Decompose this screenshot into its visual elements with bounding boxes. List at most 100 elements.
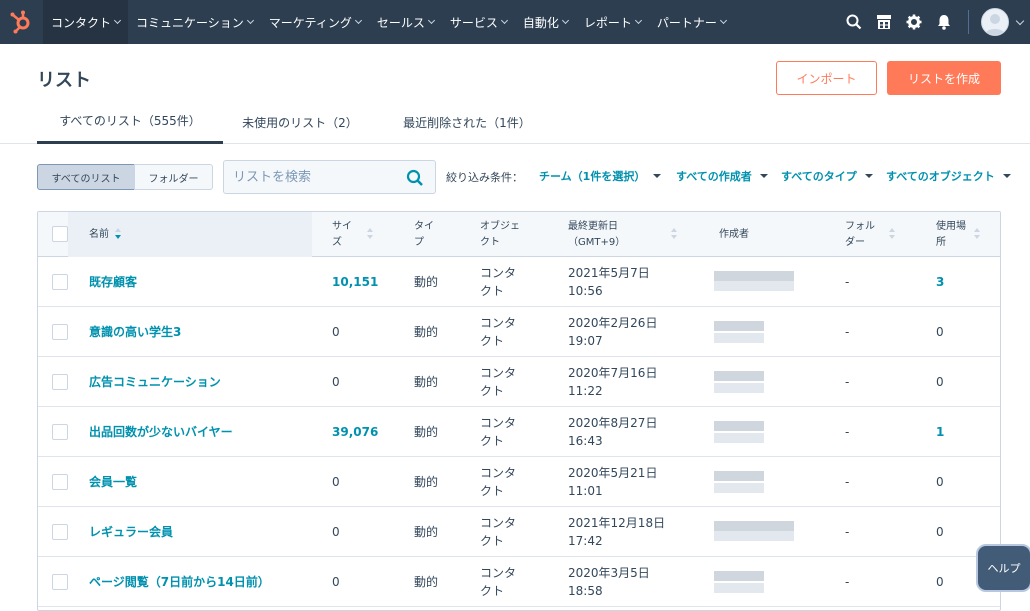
top-navigation-bar: コンタクト コミュニケーション マーケティング セールス サービス 自動化 レポート パートナ… [0, 0, 1030, 44]
column-header-folder[interactable]: フォル ダー [845, 212, 875, 257]
tab-all-lists[interactable]: すべてのリスト（555件） [37, 100, 223, 144]
redacted-block [714, 371, 764, 381]
nav-item-3[interactable]: セールス [369, 0, 442, 44]
create-list-button[interactable]: リストを作成 [887, 61, 1001, 95]
sort-desc-icon[interactable] [115, 227, 123, 242]
list-folder: - [845, 375, 850, 389]
nav-item-2[interactable]: マーケティング [261, 0, 369, 44]
row-checkbox[interactable] [52, 424, 68, 440]
type-filter-dropdown[interactable]: すべてのタイプ [781, 168, 873, 184]
column-type-label-1: タイ [414, 220, 434, 232]
list-updated-time: 11:01 [568, 484, 603, 498]
list-type: 動的 [414, 425, 439, 439]
search-icon[interactable] [406, 169, 424, 187]
user-avatar[interactable] [981, 8, 1009, 36]
search-input[interactable] [233, 167, 403, 187]
marketplace-icon[interactable] [872, 10, 896, 34]
column-header-type[interactable]: タイプ [414, 212, 434, 257]
tab-unused-lists[interactable]: 未使用のリスト（2） [226, 100, 374, 144]
creator-filter-dropdown[interactable]: すべての作成者 [676, 168, 768, 184]
nav-item-5[interactable]: 自動化 [515, 0, 576, 44]
list-usage-count[interactable]: 3 [936, 257, 944, 307]
row-checkbox[interactable] [52, 574, 68, 590]
creator-redacted [714, 321, 804, 345]
list-object-line-1: コンタ [480, 316, 517, 330]
hubspot-logo-icon[interactable] [8, 9, 34, 35]
list-name-link[interactable]: 出品回数が少ないバイヤー [89, 407, 233, 457]
row-checkbox[interactable] [52, 274, 68, 290]
column-header-object[interactable]: オブジェ クト [480, 212, 520, 257]
nav-item-label: コンタクト [51, 15, 112, 30]
list-name-link[interactable]: 既存顧客 [89, 257, 137, 307]
nav-item-1[interactable]: コミュニケーション [128, 0, 261, 44]
type-filter-label: すべてのタイプ [781, 170, 857, 183]
redacted-block [714, 583, 764, 593]
sort-icon[interactable] [671, 228, 679, 242]
table-row[interactable]: ページ閲覧（7日前から14日前） 0 動的 コンタ クト 2020年3月5日 18:58 - 0 [38, 557, 1000, 607]
sort-icon[interactable] [974, 228, 982, 242]
list-updated-time: 16:43 [568, 434, 603, 448]
list-usage-count[interactable]: 1 [936, 407, 944, 457]
table-row[interactable]: 会員一覧 0 動的 コンタ クト 2020年5月21日 11:01 - 0 [38, 457, 1000, 507]
redacted-block [714, 571, 764, 581]
nav-item-4[interactable]: サービス [442, 0, 515, 44]
search-icon[interactable] [842, 10, 866, 34]
list-type: 動的 [414, 575, 439, 589]
sort-icon[interactable] [889, 228, 897, 242]
import-button[interactable]: インポート [776, 61, 877, 95]
chevron-down-icon [354, 16, 362, 25]
sort-icon[interactable] [367, 228, 375, 242]
nav-item-6[interactable]: レポート [576, 0, 649, 44]
nav-item-7[interactable]: パートナー [649, 0, 734, 44]
account-menu-chevron-icon[interactable] [1015, 16, 1025, 25]
list-object-line-2: クト [480, 584, 505, 598]
table-row[interactable]: 広告コミュニケーション 0 動的 コンタ クト 2020年7月16日 11:22 - 0 [38, 357, 1000, 407]
list-name-link[interactable]: 広告コミュニケーション [89, 357, 221, 407]
list-updated-date: 2020年7月16日 [568, 366, 658, 380]
object-filter-label: すべてのオブジェクト [886, 170, 995, 183]
list-type: 動的 [414, 375, 439, 389]
table-row[interactable]: 出品回数が少ないバイヤー 39,076 動的 コンタ クト 2020年8月27日 16:43… [38, 407, 1000, 457]
select-all-checkbox[interactable] [52, 226, 68, 242]
list-size[interactable]: 39,076 [332, 407, 378, 457]
column-header-creator[interactable]: 作成者 [719, 212, 749, 257]
help-button[interactable]: ヘルプ [976, 544, 1030, 592]
row-checkbox[interactable] [52, 474, 68, 490]
row-checkbox[interactable] [52, 524, 68, 540]
column-header-size[interactable]: サイズ [332, 212, 352, 257]
column-header-last-updated[interactable]: 最終更新日 （GMT+9） [568, 212, 625, 257]
redacted-block [714, 333, 764, 343]
tab-recently-deleted[interactable]: 最近削除された（1件） [388, 100, 546, 144]
list-name-link[interactable]: レギュラー会員 [89, 507, 173, 557]
notifications-bell-icon[interactable] [932, 10, 956, 34]
row-checkbox[interactable] [52, 374, 68, 390]
column-header-name[interactable]: 名前 [89, 212, 123, 257]
list-name-link[interactable]: ページ閲覧（7日前から14日前） [89, 557, 270, 607]
team-filter-label: チーム（1件を選択） [539, 170, 646, 183]
list-updated-date: 2021年12月18日 [568, 516, 666, 530]
table-row[interactable]: レギュラー会員 0 動的 コンタ クト 2021年12月18日 17:42 - 0 [38, 507, 1000, 557]
row-checkbox[interactable] [52, 324, 68, 340]
all-lists-toggle-button[interactable]: すべてのリスト [37, 164, 135, 190]
list-name-link[interactable]: 意識の高い学生3 [89, 307, 181, 357]
list-usage-count: 0 [936, 325, 944, 339]
list-name-link[interactable]: 会員一覧 [89, 457, 137, 507]
redacted-block [714, 271, 794, 281]
table-row[interactable]: 意識の高い学生3 0 動的 コンタ クト 2020年2月26日 19:07 - 0 [38, 307, 1000, 357]
object-filter-dropdown[interactable]: すべてのオブジェクト [886, 168, 1011, 184]
list-updated-time: 11:22 [568, 384, 603, 398]
table-row[interactable]: 既存顧客 10,151 動的 コンタ クト 2021年5月7日 10:56 - 3 [38, 257, 1000, 307]
folders-toggle-button[interactable]: フォルダー [134, 164, 213, 190]
list-size: 0 [332, 375, 340, 389]
nav-item-0[interactable]: コンタクト [43, 0, 129, 44]
chevron-down-icon [500, 16, 508, 25]
column-header-usage[interactable]: 使用場所 [936, 212, 966, 257]
redacted-block [714, 281, 794, 291]
creator-redacted [714, 571, 804, 595]
list-size[interactable]: 10,151 [332, 257, 378, 307]
team-filter-dropdown[interactable]: チーム（1件を選択） [539, 168, 662, 184]
list-folder: - [845, 425, 850, 439]
settings-gear-icon[interactable] [902, 10, 926, 34]
list-object-line-1: コンタ [480, 266, 517, 280]
list-type: 動的 [414, 275, 439, 289]
